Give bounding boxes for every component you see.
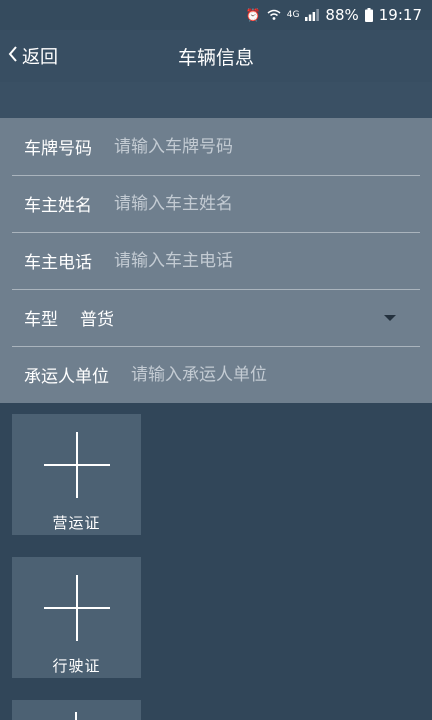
- plus-icon: [75, 712, 77, 720]
- vehicle-form: 车牌号码 车主姓名 车主电话 车型 普货 承运人单位: [0, 118, 432, 403]
- network-type: 4G: [286, 10, 300, 20]
- carrier-label: 承运人单位: [24, 367, 109, 387]
- chevron-left-icon: [8, 45, 18, 68]
- back-button[interactable]: 返回: [8, 30, 58, 82]
- owner-phone-row: 车主电话: [12, 232, 420, 290]
- back-label: 返回: [22, 47, 58, 68]
- owner-phone-label: 车主电话: [24, 253, 92, 273]
- plate-input[interactable]: [114, 136, 420, 157]
- nav-bar: 返回 车辆信息: [0, 30, 432, 82]
- plus-icon: [43, 432, 110, 498]
- plate-row: 车牌号码: [12, 118, 420, 176]
- owner-name-row: 车主姓名: [12, 175, 420, 233]
- owner-name-label: 车主姓名: [24, 196, 92, 216]
- battery-icon: [364, 8, 373, 22]
- dropdown-arrow-icon: [384, 314, 396, 321]
- page-title: 车辆信息: [177, 46, 254, 69]
- upload-label: 营运证: [52, 514, 101, 532]
- signal-icon: [305, 9, 320, 21]
- vehicle-type-value: 普货: [80, 310, 114, 330]
- vehicle-type-label: 车型: [24, 310, 58, 330]
- wifi-icon: [267, 9, 281, 21]
- upload-driving-license[interactable]: 行驶证: [12, 557, 141, 678]
- plate-label: 车牌号码: [24, 139, 92, 159]
- battery-percent: 88%: [325, 6, 359, 24]
- vehicle-type-select[interactable]: 车型 普货: [12, 289, 420, 347]
- alarm-clock-icon: ⏰: [245, 8, 261, 22]
- header-spacer: [0, 82, 432, 118]
- carrier-row: 承运人单位: [12, 346, 420, 403]
- upload-tile-partial[interactable]: [12, 700, 141, 720]
- upload-label: 行驶证: [52, 657, 101, 675]
- clock-time: 19:17: [378, 6, 422, 24]
- status-bar: ⏰ 4G 88% 19:17: [0, 0, 432, 30]
- owner-phone-input[interactable]: [114, 250, 420, 271]
- upload-operating-license[interactable]: 营运证: [12, 414, 141, 535]
- carrier-input[interactable]: [131, 364, 420, 385]
- plus-icon: [43, 575, 110, 641]
- owner-name-input[interactable]: [114, 193, 420, 214]
